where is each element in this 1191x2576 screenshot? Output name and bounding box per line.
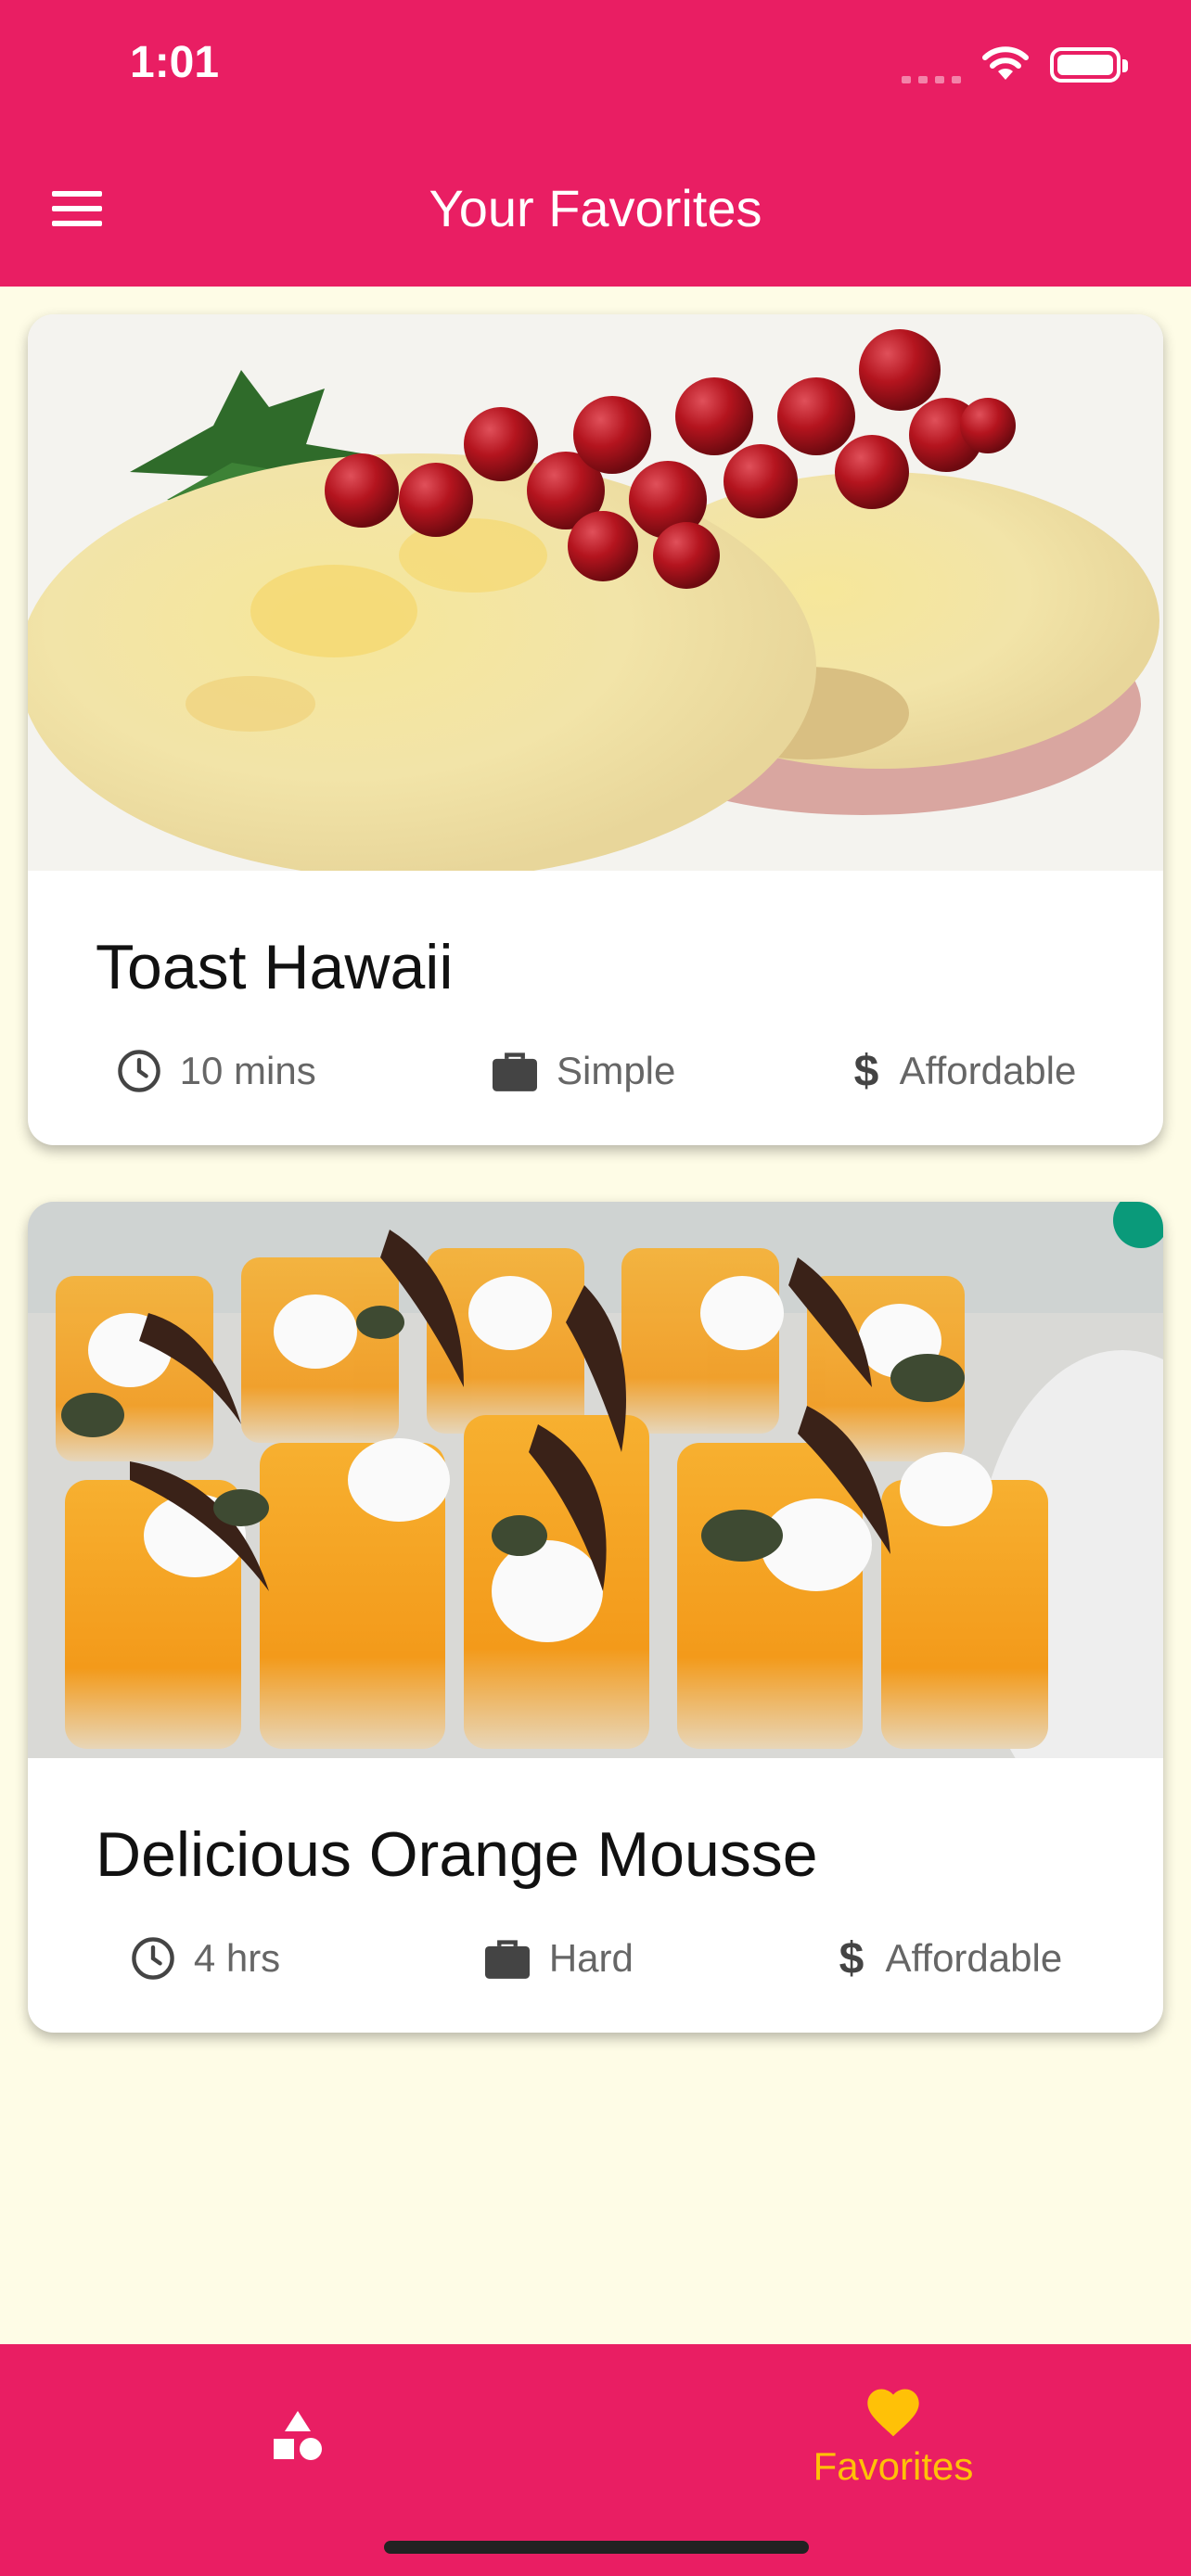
duration: 4 hrs bbox=[129, 1934, 280, 1983]
meal-card-orange-mousse[interactable]: Delicious Orange Mousse 4 hrs Hard $ Aff… bbox=[28, 1202, 1163, 2033]
affordability: $ Affordable bbox=[850, 1047, 1077, 1095]
meal-card-toast-hawaii[interactable]: Toast Hawaii 10 mins Simple $ Affordable bbox=[28, 314, 1163, 1145]
affordability-label: Affordable bbox=[899, 1049, 1077, 1092]
battery-icon bbox=[1050, 47, 1128, 83]
complexity: Hard bbox=[482, 1936, 634, 1981]
complexity-label: Simple bbox=[556, 1049, 676, 1092]
app-bar: 1:01 Your Favorites bbox=[0, 0, 1191, 287]
duration: 10 mins bbox=[115, 1047, 316, 1095]
heart-icon bbox=[867, 2389, 919, 2437]
page-title: Your Favorites bbox=[429, 179, 762, 237]
svg-text:$: $ bbox=[839, 1934, 864, 1983]
duration-label: 10 mins bbox=[179, 1049, 316, 1092]
meal-image bbox=[28, 314, 1163, 871]
meal-meta: 4 hrs Hard $ Affordable bbox=[28, 1934, 1163, 1983]
tab-categories[interactable] bbox=[0, 2344, 596, 2530]
meal-meta: 10 mins Simple $ Affordable bbox=[28, 1047, 1163, 1095]
signal-icon bbox=[902, 46, 961, 83]
tab-favorites-label: Favorites bbox=[813, 2444, 974, 2488]
meal-title: Toast Hawaii bbox=[96, 932, 454, 1002]
briefcase-icon bbox=[484, 1940, 530, 1979]
tab-favorites[interactable]: Favorites bbox=[596, 2344, 1191, 2530]
complexity-label: Hard bbox=[548, 1936, 634, 1980]
meal-image bbox=[28, 1202, 1163, 1758]
dollar-icon: $ bbox=[853, 1047, 878, 1095]
categories-icon bbox=[274, 2411, 322, 2460]
status-icons bbox=[902, 46, 1128, 83]
duration-label: 4 hrs bbox=[193, 1936, 281, 1980]
complexity: Simple bbox=[490, 1049, 675, 1093]
clock-icon bbox=[117, 1050, 160, 1092]
clock-icon bbox=[132, 1937, 174, 1980]
home-indicator bbox=[384, 2541, 809, 2554]
affordability: $ Affordable bbox=[835, 1934, 1062, 1983]
dollar-icon: $ bbox=[839, 1934, 864, 1983]
meal-title: Delicious Orange Mousse bbox=[96, 1819, 818, 1890]
wifi-icon bbox=[982, 46, 1029, 80]
briefcase-icon bbox=[492, 1052, 537, 1091]
status-time: 1:01 bbox=[130, 38, 220, 87]
svg-text:$: $ bbox=[853, 1047, 878, 1095]
affordability-label: Affordable bbox=[885, 1936, 1063, 1980]
